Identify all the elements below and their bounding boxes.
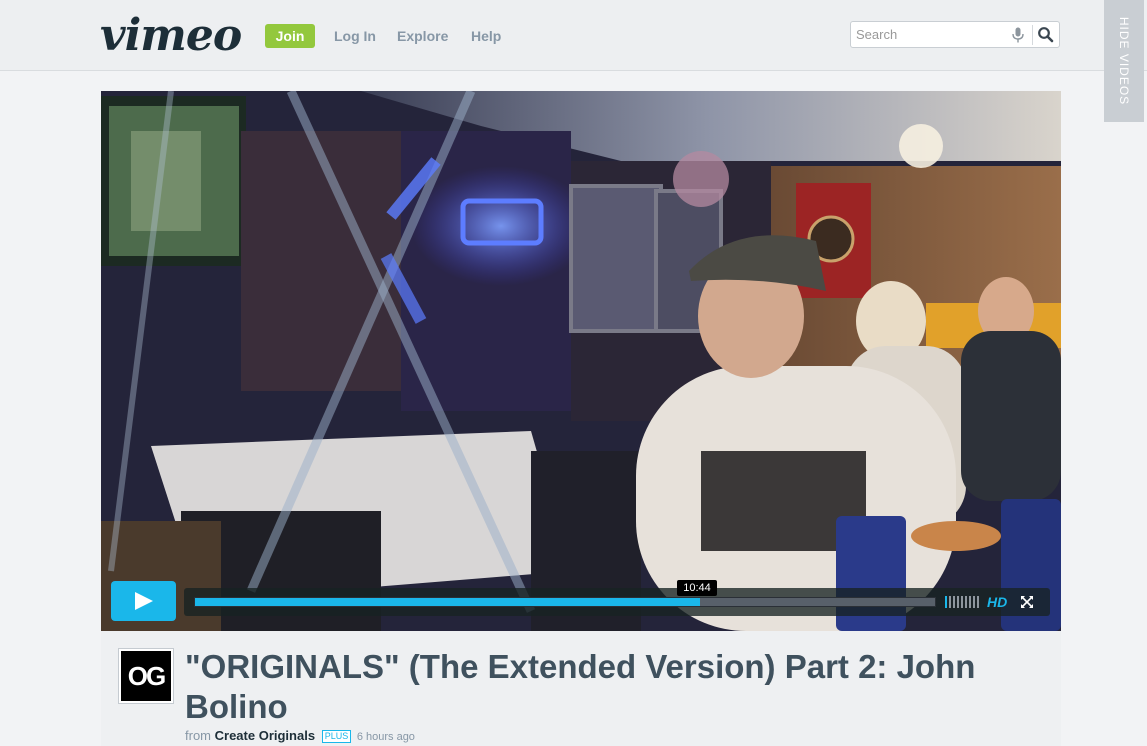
search-box — [850, 21, 1060, 48]
current-time-tooltip: 10:44 — [677, 580, 717, 596]
video-info: OG "ORIGINALS" (The Extended Version) Pa… — [101, 631, 1061, 746]
avatar-logo: OG — [121, 651, 171, 701]
nav-help[interactable]: Help — [471, 26, 501, 46]
search-icon[interactable] — [1037, 26, 1055, 44]
fullscreen-icon[interactable] — [1021, 596, 1033, 608]
nav-log-in[interactable]: Log In — [334, 26, 376, 46]
search-divider — [1032, 25, 1033, 45]
top-navigation-bar: vimeo Join Log In Explore Help — [0, 0, 1147, 71]
author-link[interactable]: Create Originals — [215, 728, 315, 743]
progress-fill — [195, 598, 700, 606]
video-player[interactable]: HD 10:44 — [101, 91, 1061, 631]
play-icon — [135, 592, 153, 610]
player-controls: HD — [184, 588, 1050, 616]
join-button[interactable]: Join — [265, 24, 315, 48]
from-label: from — [185, 728, 211, 743]
hide-videos-label: HIDE VIDEOS — [1117, 16, 1131, 106]
byline: from Create Originals PLUS 6 hours ago — [185, 728, 415, 743]
progress-bar[interactable] — [194, 597, 936, 607]
nav-explore[interactable]: Explore — [397, 26, 448, 46]
search-input[interactable] — [856, 25, 1006, 44]
posted-time: 6 hours ago — [356, 731, 415, 743]
video-frame — [101, 91, 1061, 631]
video-title: "ORIGINALS" (The Extended Version) Part … — [185, 648, 976, 725]
microphone-icon[interactable] — [1011, 27, 1025, 43]
plus-badge[interactable]: PLUS — [321, 730, 352, 743]
volume-icon[interactable] — [945, 596, 981, 608]
vimeo-logo[interactable]: vimeo — [100, 6, 242, 66]
hide-videos-tab[interactable]: HIDE VIDEOS — [1104, 0, 1144, 122]
hd-toggle[interactable]: HD — [987, 594, 1007, 610]
avatar[interactable]: OG — [118, 648, 174, 704]
play-button[interactable] — [111, 581, 176, 621]
